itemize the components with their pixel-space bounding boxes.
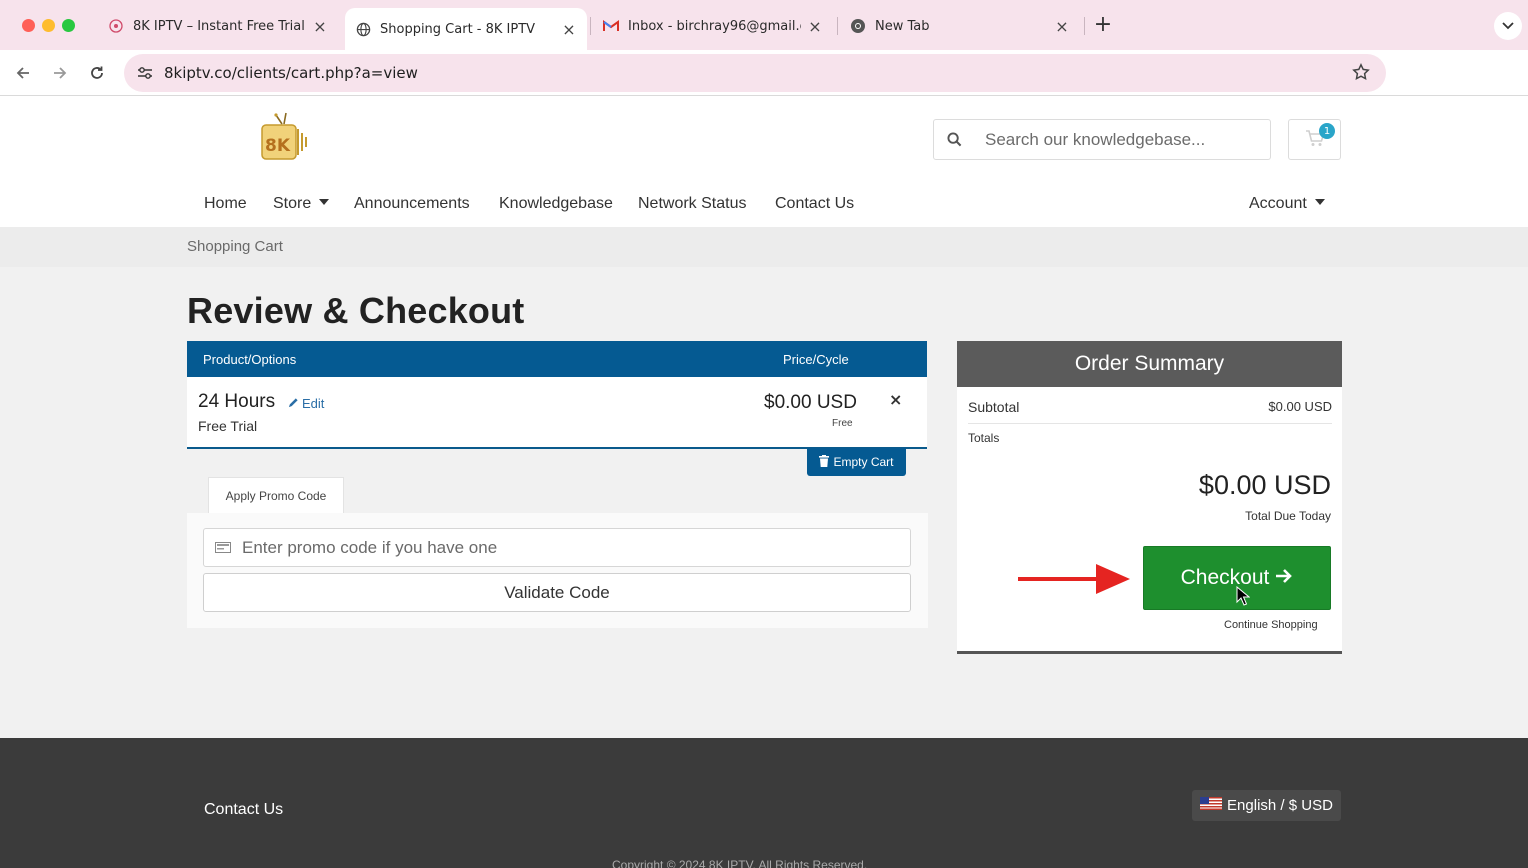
promo-code-field[interactable] bbox=[203, 528, 911, 567]
tab-title: 8K IPTV – Instant Free Trial 2 bbox=[133, 18, 306, 34]
logo-text: 8K bbox=[265, 136, 291, 156]
copyright-text: Copyright © 2024 8K IPTV. All Rights Res… bbox=[612, 858, 868, 868]
search-input[interactable] bbox=[985, 129, 1265, 150]
caret-down-icon bbox=[319, 199, 330, 205]
promo-code-panel: Validate Code bbox=[187, 513, 928, 628]
main-navigation: Home Store Announcements Knowledgebase N… bbox=[0, 195, 1528, 217]
gmail-icon bbox=[603, 18, 619, 34]
remove-item-icon[interactable]: × bbox=[889, 390, 902, 409]
nav-store-label: Store bbox=[273, 195, 312, 212]
page-title: Review & Checkout bbox=[187, 290, 525, 331]
nav-store[interactable]: Store bbox=[273, 195, 330, 213]
nav-home[interactable]: Home bbox=[204, 195, 247, 213]
tab-search-chevron-icon[interactable] bbox=[1494, 12, 1522, 40]
promo-code-input[interactable] bbox=[242, 537, 882, 558]
nav-network-status[interactable]: Network Status bbox=[638, 195, 746, 213]
subtotal-label: Subtotal bbox=[968, 399, 1020, 415]
site-settings-icon[interactable] bbox=[136, 64, 154, 82]
caret-down-icon bbox=[1314, 199, 1325, 205]
breadcrumb-current: Shopping Cart bbox=[187, 238, 283, 255]
checkout-label: Checkout bbox=[1180, 566, 1270, 589]
order-summary-panel: Order Summary Subtotal $0.00 USD Totals … bbox=[957, 341, 1342, 654]
browser-tab-new-tab[interactable]: New Tab × bbox=[840, 8, 1080, 44]
tab-close-icon[interactable]: × bbox=[1054, 17, 1070, 36]
knowledgebase-search[interactable] bbox=[933, 119, 1271, 160]
tab-separator bbox=[590, 17, 591, 35]
cart-item-group: Free Trial bbox=[198, 418, 258, 434]
subtotal-row: Subtotal $0.00 USD bbox=[968, 399, 1332, 424]
tab-close-icon[interactable]: × bbox=[561, 20, 577, 39]
trash-icon bbox=[819, 454, 830, 470]
window-close-button[interactable] bbox=[22, 19, 35, 32]
address-bar[interactable]: 8kiptv.co/clients/cart.php?a=view bbox=[124, 54, 1386, 92]
nav-knowledgebase[interactable]: Knowledgebase bbox=[499, 195, 613, 213]
mouse-cursor-icon bbox=[1236, 586, 1250, 606]
us-flag-icon bbox=[1200, 797, 1223, 814]
subtotal-value: $0.00 USD bbox=[1268, 399, 1332, 414]
window-maximize-button[interactable] bbox=[62, 19, 75, 32]
language-currency-selector[interactable]: English / $ USD bbox=[1192, 790, 1341, 821]
window-minimize-button[interactable] bbox=[42, 19, 55, 32]
url-text: 8kiptv.co/clients/cart.php?a=view bbox=[164, 64, 418, 82]
tab-separator bbox=[1084, 17, 1085, 35]
globe-icon bbox=[355, 21, 371, 37]
validate-code-button[interactable]: Validate Code bbox=[203, 573, 911, 612]
nav-announcements[interactable]: Announcements bbox=[354, 195, 470, 213]
pencil-icon bbox=[288, 396, 299, 411]
browser-toolbar: 8kiptv.co/clients/cart.php?a=view C bbox=[0, 50, 1528, 130]
cart-item-name: 24 Hours bbox=[198, 391, 276, 412]
empty-cart-button[interactable]: Empty Cart bbox=[807, 448, 906, 476]
chrome-icon bbox=[850, 18, 866, 34]
total-due-label: Total Due Today bbox=[1245, 509, 1331, 523]
nav-contact-us[interactable]: Contact Us bbox=[775, 195, 854, 213]
browser-tab-bar: 8K IPTV – Instant Free Trial 2 × Shoppin… bbox=[0, 0, 1528, 50]
breadcrumb: Shopping Cart bbox=[0, 227, 1528, 267]
annotation-red-arrow bbox=[1018, 564, 1130, 594]
back-arrow-icon[interactable] bbox=[10, 60, 36, 86]
browser-tab-shopping-cart[interactable]: Shopping Cart - 8K IPTV × bbox=[345, 8, 587, 50]
tab-apply-promo-code[interactable]: Apply Promo Code bbox=[208, 477, 344, 514]
cart-count-badge: 1 bbox=[1319, 123, 1335, 139]
tab-close-icon[interactable]: × bbox=[312, 17, 328, 36]
order-summary-title: Order Summary bbox=[957, 341, 1342, 387]
column-header-product: Product/Options bbox=[203, 352, 297, 367]
cart-item-cycle: Free bbox=[832, 418, 853, 429]
site-footer: Contact Us English / $ USD Copyright © 2… bbox=[0, 738, 1528, 868]
edit-label: Edit bbox=[302, 396, 325, 411]
tab-separator bbox=[837, 17, 838, 35]
edit-item-link[interactable]: Edit bbox=[288, 396, 324, 411]
total-amount: $0.00 USD bbox=[1198, 470, 1331, 500]
ticket-icon bbox=[204, 542, 242, 553]
arrow-right-icon bbox=[1275, 566, 1293, 590]
tab-title: Shopping Cart - 8K IPTV bbox=[380, 21, 536, 37]
footer-contact-link[interactable]: Contact Us bbox=[204, 801, 283, 819]
bookmark-star-icon[interactable] bbox=[1352, 63, 1370, 86]
column-header-price: Price/Cycle bbox=[783, 352, 849, 367]
tab-title: Inbox - birchray96@gmail.com bbox=[628, 18, 801, 34]
tab-close-icon[interactable]: × bbox=[807, 17, 823, 36]
cart-table-header: Product/Options Price/Cycle bbox=[187, 341, 927, 377]
cart-item-price: $0.00 USD bbox=[764, 392, 857, 413]
language-label: English / $ USD bbox=[1227, 797, 1333, 814]
totals-label: Totals bbox=[968, 431, 1000, 445]
nav-account-label: Account bbox=[1249, 195, 1307, 212]
continue-shopping-link[interactable]: Continue Shopping bbox=[1224, 619, 1318, 631]
browser-tab-gmail[interactable]: Inbox - birchray96@gmail.com × bbox=[593, 8, 833, 44]
tab-title: New Tab bbox=[875, 18, 930, 34]
nav-account[interactable]: Account bbox=[1249, 195, 1325, 213]
site-favicon-icon bbox=[108, 18, 124, 34]
site-logo[interactable]: 8K bbox=[256, 111, 312, 167]
reload-icon[interactable] bbox=[84, 60, 110, 86]
new-tab-button[interactable]: + bbox=[1092, 12, 1114, 38]
browser-tab-8k-trial[interactable]: 8K IPTV – Instant Free Trial 2 × bbox=[98, 8, 338, 44]
cart-items-table: Product/Options Price/Cycle 24 Hours Edi… bbox=[187, 341, 927, 449]
empty-cart-label: Empty Cart bbox=[833, 455, 894, 469]
forward-arrow-icon[interactable] bbox=[47, 60, 73, 86]
search-icon bbox=[934, 132, 974, 147]
